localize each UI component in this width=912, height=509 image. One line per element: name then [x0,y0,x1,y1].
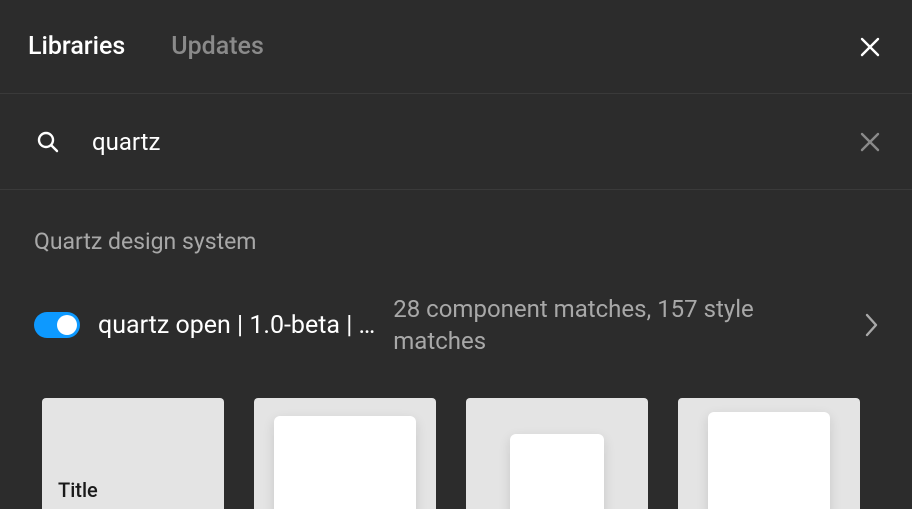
thumbnail-card [708,412,830,509]
close-icon[interactable] [856,33,884,61]
chevron-right-icon [860,313,884,337]
tabs: Libraries Updates [28,32,856,61]
component-thumbnail[interactable]: Title [42,398,224,509]
library-stats: 28 component matches, 157 style matches [393,293,842,358]
thumbnail-row: Title [34,398,884,509]
clear-search-icon[interactable] [856,128,884,156]
component-thumbnail[interactable] [254,398,436,509]
library-name: quartz open | 1.0-beta | … [98,311,375,340]
search-input[interactable] [92,128,826,156]
thumbnail-label: Title [58,478,98,502]
tab-libraries[interactable]: Libraries [28,32,125,61]
search-bar [0,94,912,190]
section-title: Quartz design system [34,228,884,255]
results-section: Quartz design system quartz open | 1.0-b… [0,190,912,509]
search-icon [34,128,62,156]
component-thumbnail[interactable] [466,398,648,509]
thumbnail-card [510,434,604,509]
thumbnail-card [274,416,416,509]
component-thumbnail[interactable] [678,398,860,509]
library-toggle[interactable] [34,312,80,338]
tab-updates[interactable]: Updates [171,32,264,61]
library-row[interactable]: quartz open | 1.0-beta | … 28 component … [34,293,884,358]
header-bar: Libraries Updates [0,0,912,94]
